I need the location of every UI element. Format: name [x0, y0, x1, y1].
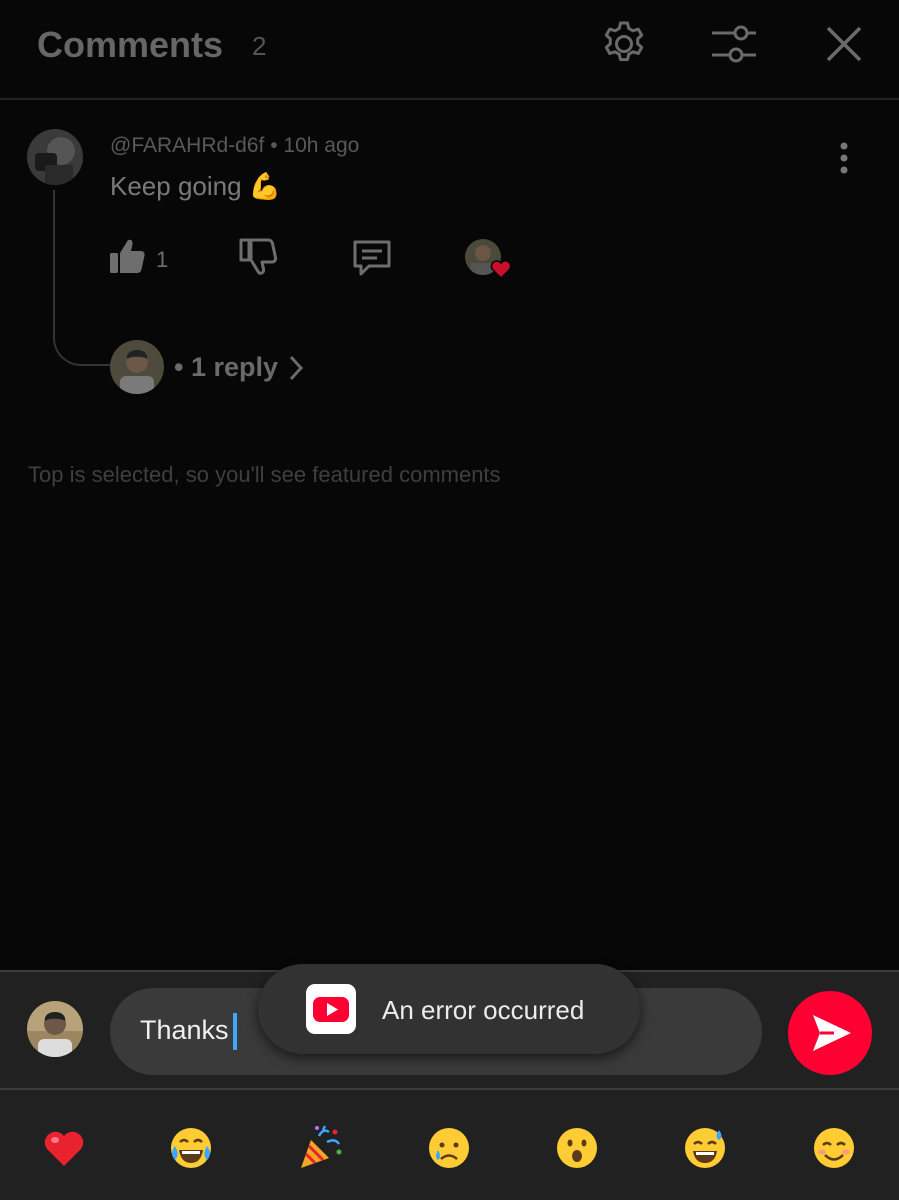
emoji-smiling[interactable]: [810, 1124, 858, 1172]
send-arrow-icon: [813, 1015, 851, 1051]
emoji-heart[interactable]: [40, 1124, 88, 1172]
reply-comment-icon[interactable]: [352, 238, 392, 283]
comments-header: Comments 2: [0, 0, 899, 100]
user-avatar: [27, 1001, 83, 1057]
comment-time: 10h ago: [283, 134, 360, 157]
emoji-party-popper[interactable]: [297, 1124, 345, 1172]
emoji-joy[interactable]: [167, 1124, 215, 1172]
emoji-crying[interactable]: [425, 1124, 473, 1172]
meta-separator: •: [264, 134, 284, 157]
sort-note: Top is selected, so you'll see featured …: [28, 462, 501, 487]
comment-meta: @FARAHRd-d6f • 10h ago: [110, 134, 359, 158]
comment-author[interactable]: @FARAHRd-d6f: [110, 134, 264, 157]
more-options-icon[interactable]: [830, 140, 858, 176]
emoji-surprised[interactable]: [553, 1124, 601, 1172]
settings-gear-icon[interactable]: [598, 18, 650, 70]
reply-author-avatar[interactable]: [110, 340, 164, 394]
emoji-sweat-smile[interactable]: [681, 1124, 729, 1172]
error-toast: An error occurred: [258, 964, 640, 1054]
comment-input-value[interactable]: Thanks: [140, 1015, 229, 1046]
heart-icon: [490, 259, 512, 284]
comment-count: 2: [252, 31, 267, 61]
chevron-right-icon[interactable]: [286, 353, 306, 388]
view-replies-link[interactable]: • 1 reply: [174, 352, 278, 383]
close-icon[interactable]: [818, 18, 870, 70]
send-button[interactable]: [788, 991, 872, 1075]
comment-author-avatar[interactable]: [27, 129, 83, 185]
page-title: Comments: [37, 24, 224, 65]
like-icon[interactable]: [108, 236, 148, 281]
youtube-logo-icon: [306, 984, 356, 1034]
thread-line: [53, 190, 113, 366]
text-caret: [233, 1013, 237, 1050]
like-count: 1: [156, 247, 169, 272]
comment-text: Keep going 💪: [110, 171, 282, 201]
toast-message: An error occurred: [382, 995, 585, 1025]
dislike-icon[interactable]: [238, 236, 278, 281]
filter-sliders-icon[interactable]: [708, 18, 760, 70]
